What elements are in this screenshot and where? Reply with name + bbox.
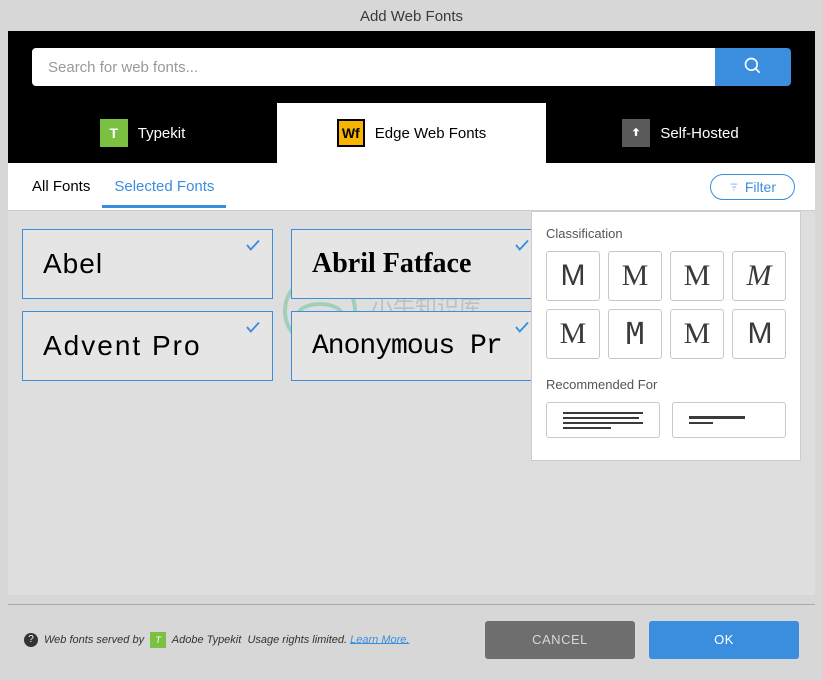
check-icon bbox=[244, 236, 262, 259]
font-grid: Abel Abril Fatface Advent Pro Anonymous … bbox=[22, 229, 542, 381]
filter-icon bbox=[729, 179, 739, 195]
ok-button[interactable]: OK bbox=[649, 621, 799, 659]
served-by-text: Web fonts served by T Adobe Typekit Usag… bbox=[44, 632, 409, 648]
classification-grid: M M M M M M M M bbox=[546, 251, 786, 359]
check-icon bbox=[513, 236, 531, 259]
font-card-abel[interactable]: Abel bbox=[22, 229, 273, 299]
classification-serif[interactable]: M bbox=[608, 251, 662, 301]
recommended-grid bbox=[546, 402, 786, 438]
font-name: Abril Fatface bbox=[312, 248, 471, 280]
check-icon bbox=[513, 318, 531, 341]
search-icon bbox=[743, 56, 763, 79]
footer: ? Web fonts served by T Adobe Typekit Us… bbox=[8, 604, 815, 674]
provider-tab-label: Self-Hosted bbox=[660, 125, 738, 142]
top-panel: T Typekit Wf Edge Web Fonts Self-Hosted bbox=[8, 31, 815, 163]
typekit-icon: T bbox=[100, 119, 128, 147]
cancel-button[interactable]: CANCEL bbox=[485, 621, 635, 659]
subtabs-row: All Fonts Selected Fonts Filter bbox=[8, 163, 815, 211]
classification-label: Classification bbox=[546, 226, 786, 241]
upload-icon bbox=[622, 119, 650, 147]
filter-button-label: Filter bbox=[745, 179, 776, 195]
subtab-selected-fonts[interactable]: Selected Fonts bbox=[102, 166, 226, 208]
font-name: Abel bbox=[43, 248, 103, 280]
help-icon[interactable]: ? bbox=[24, 633, 38, 647]
classification-decorative[interactable]: M bbox=[732, 309, 786, 359]
search-input[interactable] bbox=[32, 48, 715, 86]
typekit-badge-icon: T bbox=[150, 632, 166, 648]
filter-panel: Classification M M M M M M M M Recommend… bbox=[531, 211, 801, 461]
classification-monospaced[interactable]: M bbox=[608, 309, 662, 359]
learn-more-link[interactable]: Learn More. bbox=[350, 633, 409, 645]
font-card-advent-pro[interactable]: Advent Pro bbox=[22, 311, 273, 381]
provider-tabs: T Typekit Wf Edge Web Fonts Self-Hosted bbox=[8, 103, 815, 163]
edge-web-fonts-icon: Wf bbox=[337, 119, 365, 147]
provider-tab-edge[interactable]: Wf Edge Web Fonts bbox=[277, 103, 546, 163]
search-button[interactable] bbox=[715, 48, 791, 86]
recommended-for-label: Recommended For bbox=[546, 377, 786, 392]
classification-slab-serif[interactable]: M bbox=[670, 251, 724, 301]
classification-sans-serif[interactable]: M bbox=[546, 251, 600, 301]
recommended-paragraphs[interactable] bbox=[546, 402, 660, 438]
provider-tab-selfhosted[interactable]: Self-Hosted bbox=[546, 103, 815, 163]
provider-tab-label: Typekit bbox=[138, 125, 186, 142]
provider-tab-label: Edge Web Fonts bbox=[375, 125, 486, 142]
font-card-abril-fatface[interactable]: Abril Fatface bbox=[291, 229, 542, 299]
recommended-headings[interactable] bbox=[672, 402, 786, 438]
classification-blackletter[interactable]: M bbox=[546, 309, 600, 359]
search-row bbox=[8, 31, 815, 103]
font-name: Anonymous Pr bbox=[312, 331, 502, 362]
classification-handmade[interactable]: M bbox=[670, 309, 724, 359]
font-name: Advent Pro bbox=[43, 330, 202, 362]
provider-tab-typekit[interactable]: T Typekit bbox=[8, 103, 277, 163]
classification-script[interactable]: M bbox=[732, 251, 786, 301]
subtab-all-fonts[interactable]: All Fonts bbox=[20, 166, 102, 208]
font-card-anonymous-pro[interactable]: Anonymous Pr bbox=[291, 311, 542, 381]
font-list-area: 小牛知识库 Z H I S H I K U Abel Abril Fatface… bbox=[8, 211, 815, 595]
filter-button[interactable]: Filter bbox=[710, 174, 795, 200]
dialog-title: Add Web Fonts bbox=[0, 0, 823, 31]
check-icon bbox=[244, 318, 262, 341]
